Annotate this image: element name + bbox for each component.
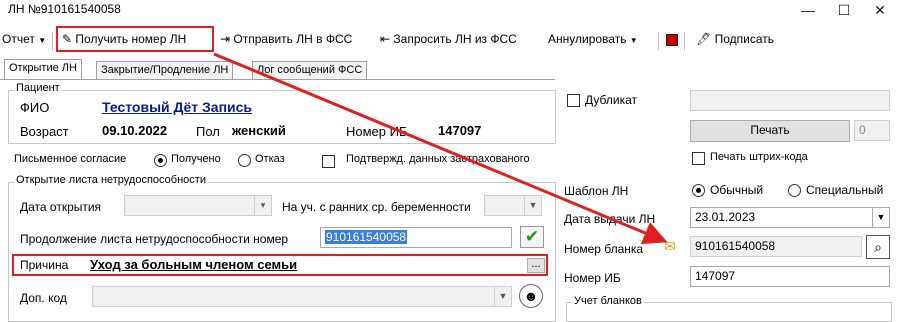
annotation-arrow-line bbox=[213, 52, 668, 245]
annotation-arrow bbox=[213, 52, 668, 245]
